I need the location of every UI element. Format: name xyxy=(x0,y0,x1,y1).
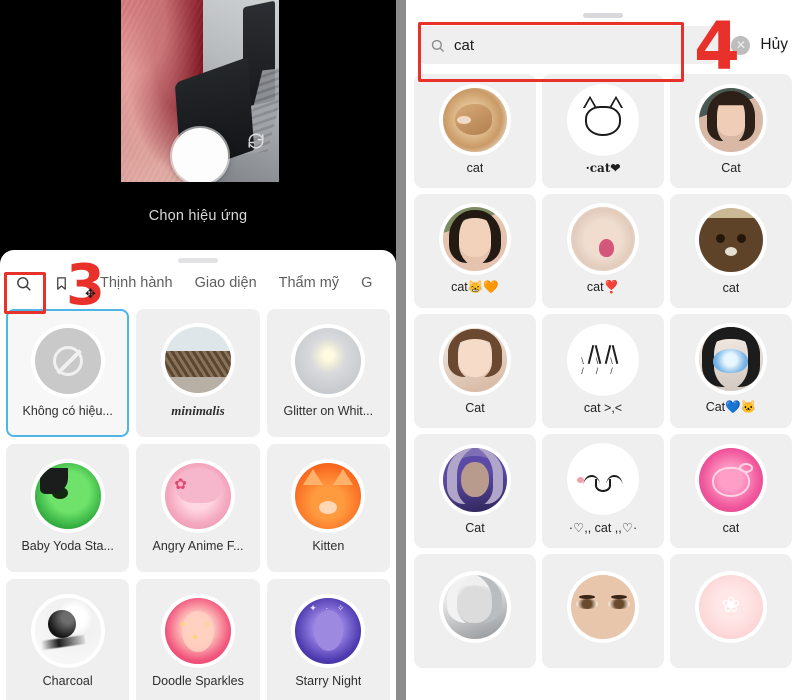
result-card[interactable]: Cat xyxy=(414,314,536,428)
result-card[interactable]: cat❣️ xyxy=(542,194,664,308)
result-label: Cat💙🐱 xyxy=(705,400,757,414)
camera-viewfinder[interactable] xyxy=(121,0,279,182)
left-phone-panel: Chọn hiệu ứng Thịnh hành Giao diện Thẩm … xyxy=(0,0,396,700)
tab-thinh-hanh[interactable]: Thịnh hành xyxy=(100,275,173,291)
result-label: Cat xyxy=(465,520,485,535)
result-card[interactable]: cat😸🧡 xyxy=(414,194,536,308)
effects-sheet: Thịnh hành Giao diện Thẩm mỹ G Không có … xyxy=(0,250,396,700)
cancel-button[interactable]: Hủy xyxy=(758,36,788,54)
effect-card-charcoal[interactable]: Charcoal xyxy=(6,579,130,700)
result-card[interactable] xyxy=(414,554,536,668)
cat-photo-thumb xyxy=(443,87,507,152)
screenshot-root: Chọn hiệu ứng Thịnh hành Giao diện Thẩm … xyxy=(0,0,800,700)
effects-grid: Không có hiệu... minimalis Glitter on Wh… xyxy=(0,303,396,700)
charcoal-thumb xyxy=(34,598,101,664)
camera-preview-area: Chọn hiệu ứng xyxy=(0,0,396,250)
effect-card-minimalis[interactable]: minimalis xyxy=(136,309,260,437)
doodle-sparkles-thumb xyxy=(164,598,231,664)
cardboard-thumb xyxy=(699,207,763,272)
effect-label: Doodle Sparkles xyxy=(152,674,244,688)
result-label: cat xyxy=(466,160,484,175)
result-label: Cat xyxy=(465,400,485,415)
effect-label: Glitter on Whit... xyxy=(283,404,374,418)
manga-boy-thumb xyxy=(443,574,507,639)
effect-card-glitter[interactable]: Glitter on Whit... xyxy=(266,309,390,437)
result-card[interactable] xyxy=(670,554,792,668)
effect-label: Baby Yoda Sta... xyxy=(21,539,114,553)
result-card[interactable]: cat xyxy=(414,74,536,188)
result-card[interactable]: cat xyxy=(670,434,792,548)
purple-girl-thumb xyxy=(443,447,507,512)
result-label: ·♡,, cat ,,♡· xyxy=(568,521,638,535)
result-card[interactable]: cat xyxy=(670,194,792,308)
effect-card-starry-night[interactable]: Starry Night xyxy=(266,579,390,700)
result-card[interactable]: \\\ /// cat >,< xyxy=(542,314,664,428)
effect-label: Charcoal xyxy=(42,674,93,688)
result-card[interactable]: ·♡,, cat ,,♡· xyxy=(542,434,664,548)
panel-divider xyxy=(396,0,406,700)
no-effect-icon xyxy=(34,328,101,394)
effect-label: Angry Anime F... xyxy=(152,539,244,553)
result-label: cat❣️ xyxy=(586,280,620,294)
line-cat-thumb xyxy=(571,87,635,152)
cat-yawn-thumb xyxy=(571,207,635,271)
result-label: cat xyxy=(722,280,740,295)
girl-mirror-thumb xyxy=(699,87,763,152)
effect-label: Kitten xyxy=(312,539,345,553)
kitten-thumb xyxy=(295,463,362,529)
result-label: cat >,< xyxy=(583,400,623,415)
search-input[interactable] xyxy=(454,36,708,54)
tab-giao-dien[interactable]: Giao diện xyxy=(195,275,257,291)
result-card[interactable] xyxy=(542,554,664,668)
tab-tham-my[interactable]: Thẩm mỹ xyxy=(279,275,339,291)
search-results-grid: cat ·cat❤ Cat cat😸🧡 cat❣️ cat Cat \\\ //… xyxy=(406,74,800,668)
baby-yoda-thumb xyxy=(34,463,101,529)
result-label: cat xyxy=(722,520,740,535)
search-icon xyxy=(430,38,445,53)
angry-anime-thumb xyxy=(164,463,231,529)
tab-partial[interactable]: G xyxy=(361,275,372,291)
result-card[interactable]: ·cat❤ xyxy=(542,74,664,188)
effects-tab-list: Thịnh hành Giao diện Thẩm mỹ G xyxy=(100,275,372,291)
bookmark-icon[interactable] xyxy=(48,270,74,296)
minimalis-thumb xyxy=(164,327,231,393)
hello-kitty-thumb xyxy=(699,447,763,512)
result-label: Cat xyxy=(721,160,741,175)
effect-card-angry-anime[interactable]: Angry Anime F... xyxy=(136,444,260,572)
effect-label: minimalis xyxy=(171,403,225,418)
white-face-thumb xyxy=(571,447,635,511)
blue-cat-thumb xyxy=(699,327,763,391)
effect-card-baby-yoda[interactable]: Baby Yoda Sta... xyxy=(6,444,130,572)
right-phone-panel: ✕ Hủy cat ·cat❤ Cat xyxy=(406,0,800,700)
search-row: ✕ Hủy xyxy=(406,18,800,74)
result-label: cat😸🧡 xyxy=(451,280,499,294)
search-sheet: ✕ Hủy cat ·cat❤ Cat xyxy=(406,6,800,700)
effect-card-no-effect[interactable]: Không có hiệu... xyxy=(6,309,130,437)
result-card[interactable]: Cat💙🐱 xyxy=(670,314,792,428)
result-label: ·cat❤ xyxy=(585,160,621,175)
pink-paw-thumb xyxy=(699,574,763,639)
result-card[interactable]: Cat xyxy=(414,434,536,548)
effect-card-doodle-sparkles[interactable]: Doodle Sparkles xyxy=(136,579,260,700)
girl-crown-thumb xyxy=(443,207,507,271)
effect-label: Không có hiệu... xyxy=(22,404,113,418)
girl-bob-thumb xyxy=(443,327,507,392)
effect-card-kitten[interactable]: Kitten xyxy=(266,444,390,572)
search-icon[interactable] xyxy=(10,270,36,296)
starry-night-thumb xyxy=(295,598,362,664)
glitter-thumb xyxy=(295,328,362,394)
clear-icon[interactable]: ✕ xyxy=(731,35,751,55)
camera-caption: Chọn hiệu ứng xyxy=(148,208,248,224)
cat-ears-thumb: \\\ /// xyxy=(571,327,635,392)
shutter-button[interactable] xyxy=(172,128,228,182)
effect-label: Starry Night xyxy=(295,674,362,688)
search-field[interactable] xyxy=(418,26,720,64)
flip-camera-icon[interactable] xyxy=(247,132,265,150)
effects-toolbar: Thịnh hành Giao diện Thẩm mỹ G xyxy=(0,263,396,303)
result-card[interactable]: Cat xyxy=(670,74,792,188)
eyes-thumb xyxy=(571,574,635,639)
